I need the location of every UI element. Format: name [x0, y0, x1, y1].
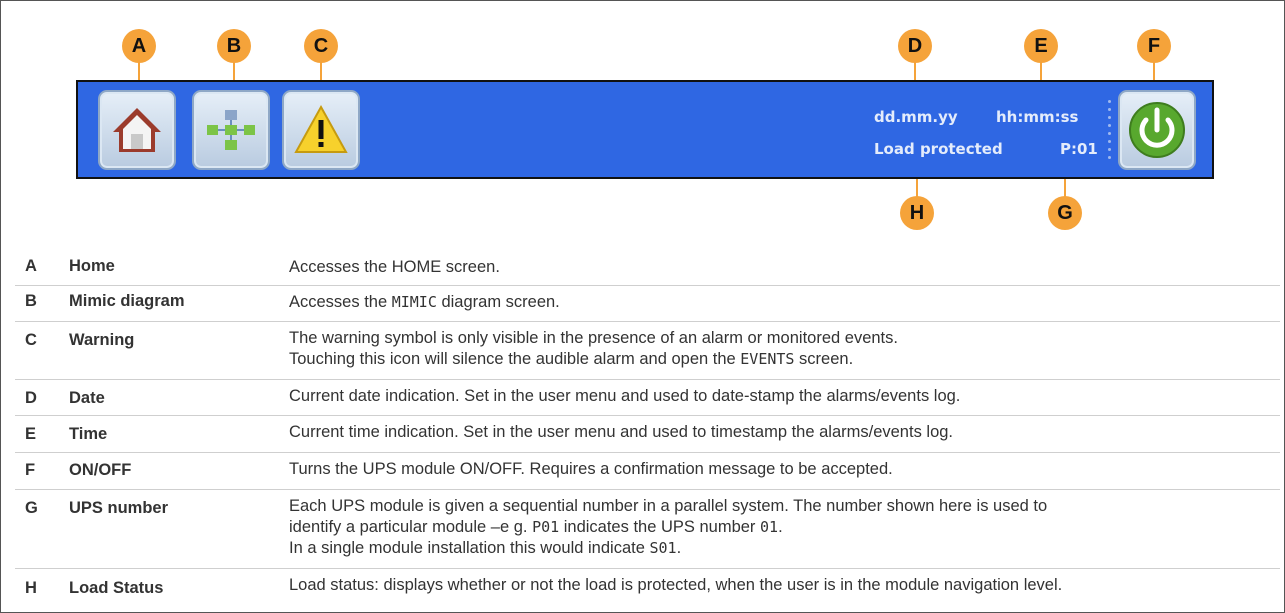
home-icon — [113, 108, 161, 152]
time-display: hh:mm:ss — [996, 108, 1079, 126]
legend-name: Mimic diagram — [69, 292, 185, 310]
legend-name: ON/OFF — [69, 461, 132, 479]
legend-name: Load Status — [69, 579, 164, 597]
legend-desc: Accesses the HOME screen. — [289, 258, 500, 276]
divider — [15, 452, 1280, 453]
legend-letter: H — [25, 579, 37, 597]
legend-letter: D — [25, 389, 37, 407]
legend-letter: B — [25, 292, 37, 310]
callout-d: D — [898, 29, 932, 63]
warning-icon — [294, 104, 348, 153]
divider — [15, 415, 1280, 416]
legend-desc: Current date indication. Set in the user… — [289, 387, 961, 405]
callout-f: F — [1137, 29, 1171, 63]
power-button[interactable] — [1118, 90, 1196, 170]
load-status-display: Load protected — [874, 140, 1003, 158]
legend-name: Time — [69, 425, 108, 443]
legend-letter: F — [25, 461, 36, 479]
separator-dots — [1108, 100, 1111, 164]
legend-letter: A — [25, 257, 37, 275]
legend-name: Warning — [69, 331, 135, 349]
status-bar: dd.mm.yy hh:mm:ss Load protected P:01 — [76, 80, 1214, 179]
callout-h: H — [900, 196, 934, 230]
divider — [15, 489, 1280, 490]
legend-desc: The warning symbol is only visible in th… — [289, 329, 898, 368]
legend-desc: Current time indication. Set in the user… — [289, 423, 954, 441]
legend-desc: Turns the UPS module ON/OFF. Requires a … — [289, 460, 893, 478]
legend-name: Home — [69, 257, 115, 275]
warning-button[interactable] — [282, 90, 360, 170]
legend-desc: Accesses the MIMIC diagram screen. — [289, 293, 560, 311]
callout-g: G — [1048, 196, 1082, 230]
callout-e: E — [1024, 29, 1058, 63]
power-icon — [1129, 102, 1185, 158]
divider — [15, 321, 1280, 322]
legend-desc: Load status: displays whether or not the… — [289, 576, 1063, 594]
date-display: dd.mm.yy — [874, 108, 958, 126]
legend-letter: C — [25, 331, 37, 349]
callout-b: B — [217, 29, 251, 63]
callout-a: A — [122, 29, 156, 63]
legend-name: Date — [69, 389, 105, 407]
callout-c: C — [304, 29, 338, 63]
legend-letter: E — [25, 425, 37, 443]
legend-desc: Each UPS module is given a sequential nu… — [289, 497, 1048, 557]
home-button[interactable] — [98, 90, 176, 170]
divider — [15, 379, 1280, 380]
legend-letter: G — [25, 499, 38, 517]
ups-number-display: P:01 — [1060, 140, 1098, 158]
divider — [15, 285, 1280, 286]
divider — [15, 568, 1280, 569]
mimic-diagram-button[interactable] — [192, 90, 270, 170]
legend-name: UPS number — [69, 499, 169, 517]
mimic-diagram-icon — [207, 110, 255, 150]
